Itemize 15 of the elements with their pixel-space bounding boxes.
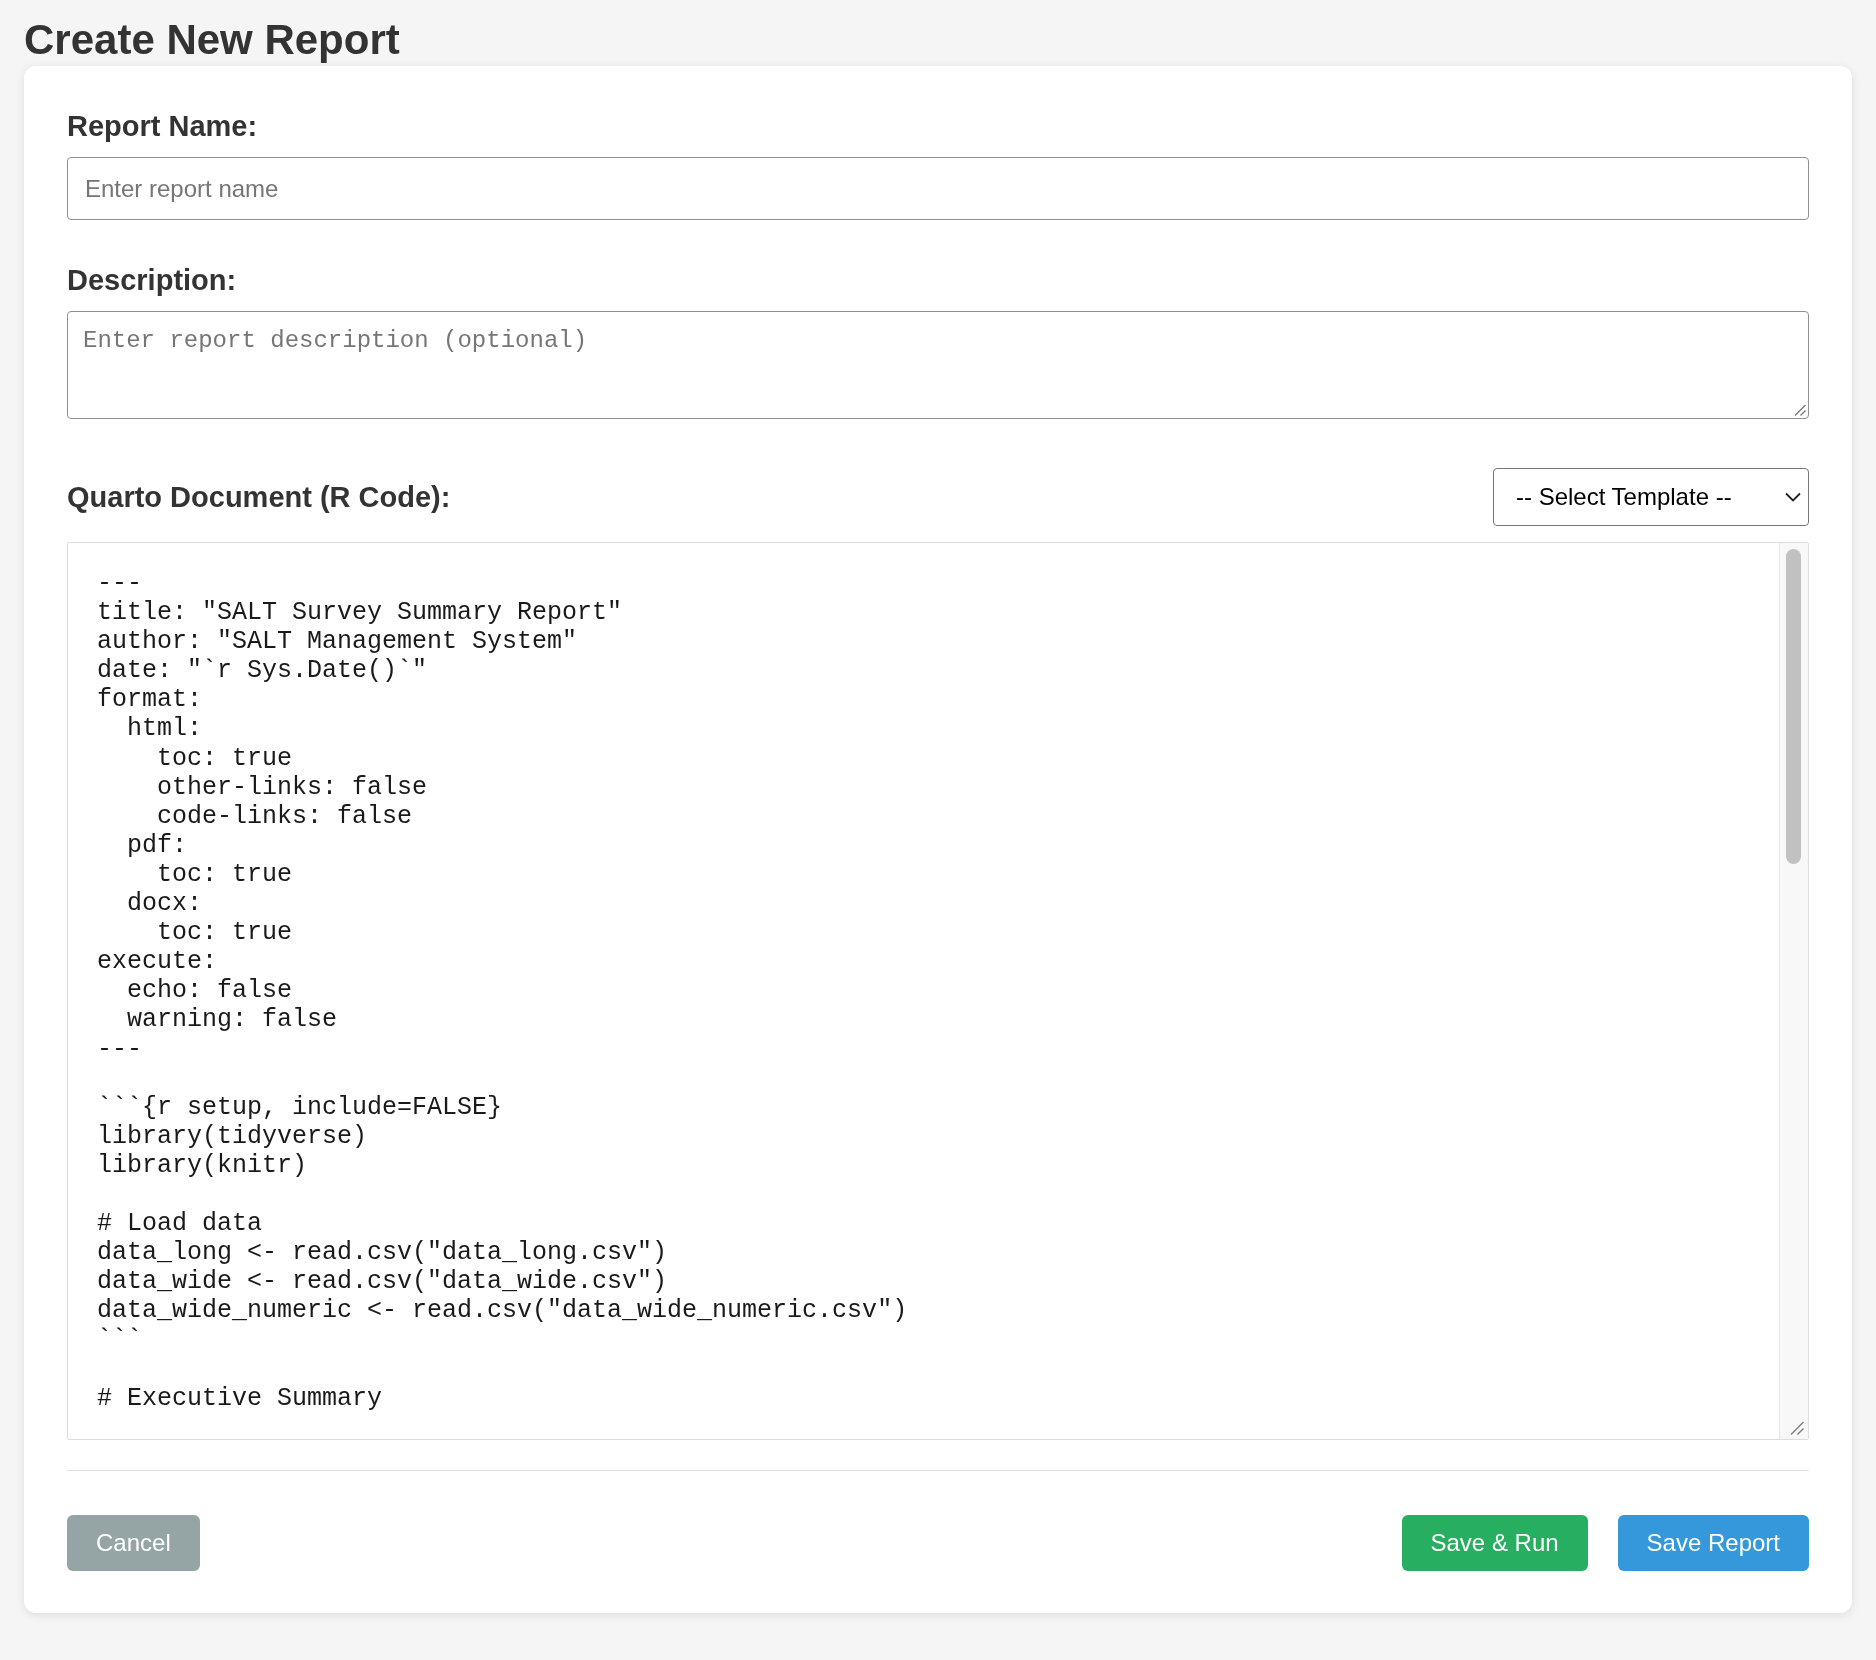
resize-handle-icon[interactable] bbox=[1794, 404, 1806, 416]
report-name-field[interactable]: Enter report name bbox=[67, 157, 1809, 220]
chevron-down-icon bbox=[1785, 492, 1801, 502]
cancel-button[interactable]: Cancel bbox=[67, 1515, 200, 1571]
field-label: Description: bbox=[67, 264, 237, 297]
save-report-button[interactable]: Save Report bbox=[1617, 1515, 1809, 1571]
scrollbar-thumb[interactable] bbox=[1786, 549, 1801, 864]
description-field[interactable]: Enter report description (optional) bbox=[67, 311, 1809, 419]
resize-handle-icon[interactable] bbox=[1790, 1421, 1804, 1435]
field-label: Report Name: bbox=[67, 110, 258, 143]
page-title: Create New Report bbox=[24, 16, 400, 64]
field-label: Quarto Document (R Code): bbox=[67, 480, 451, 514]
code-text: --- title: "SALT Survey Summary Report" author: "SALT Management System" date: "`r Sys.Date()`" format: html: toc: true other-links: false code-links: false pdf: toc: true docx: toc: true execute: echo: false warning: false --- ```{r setup, include=FALSE} library(tidyverse) library(knitr) # Load data data_long <- read.csv("data_long.csv") data_wide <- read.csv("data_wide.csv") data_wide_numeric <- read.csv("data_wide_numeric.csv") ``` # Executive Summary bbox=[97, 569, 908, 1413]
save-run-button[interactable]: Save & Run bbox=[1401, 1515, 1588, 1571]
template-select[interactable]: -- Select Template -- bbox=[1493, 468, 1809, 526]
